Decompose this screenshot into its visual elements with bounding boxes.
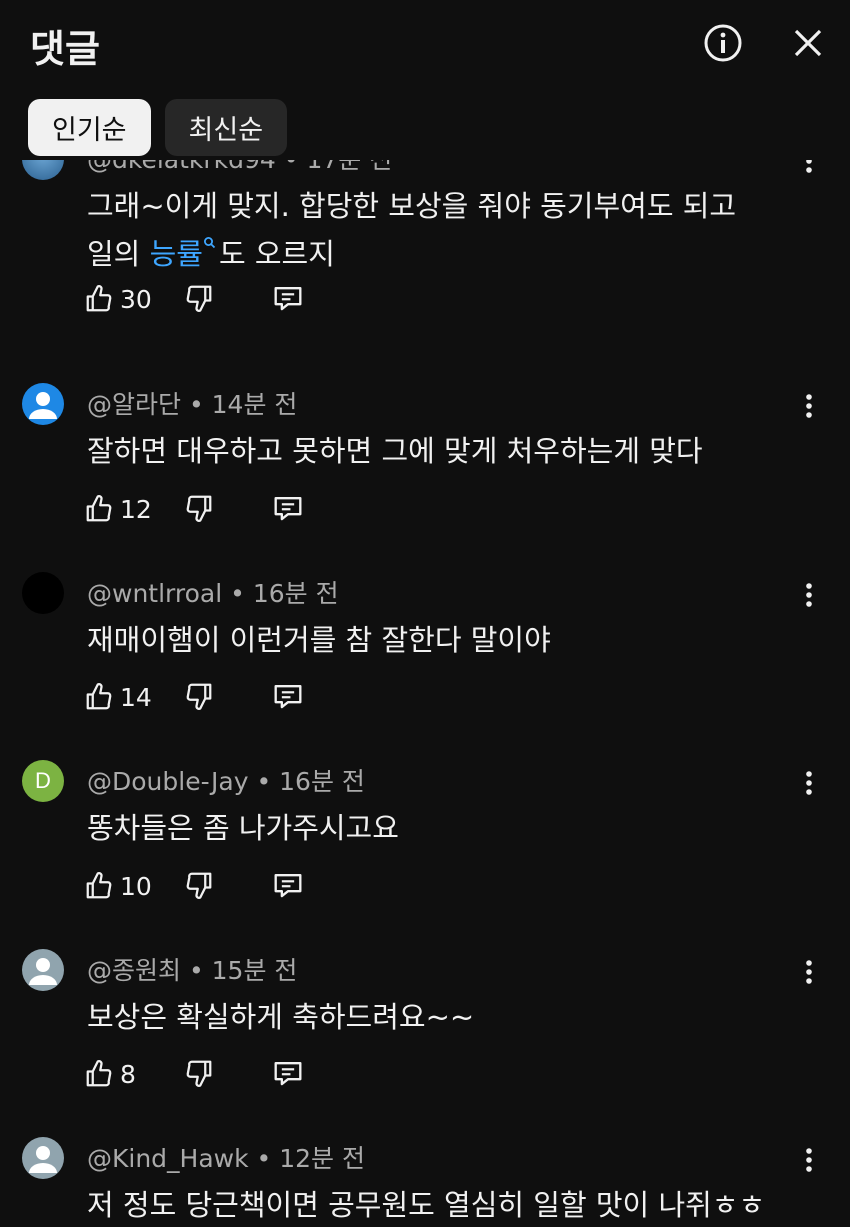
comment-meta: @Kind_Hawk • 12분 전 (87, 1144, 366, 1173)
comment-actions: 12 (84, 489, 302, 529)
comment-icon (274, 873, 302, 898)
comment-text: 잘하면 대우하고 못하면 그에 맞게 처우하는게 맞다 (87, 434, 703, 468)
avatar[interactable] (22, 383, 64, 425)
like-button[interactable]: 12 (84, 494, 152, 524)
comment-icon (274, 496, 302, 521)
comment-time: 12분 전 (279, 1144, 366, 1173)
search-link-icon (203, 237, 216, 249)
comment-icon (274, 286, 302, 311)
thumb-up-icon (86, 1060, 112, 1087)
comment-text: 똥차들은 좀 나가주시고요 (87, 811, 399, 845)
comment-time: 16분 전 (252, 579, 339, 608)
more-vert-icon (806, 583, 812, 607)
more-vert-icon (806, 394, 812, 418)
like-count: 14 (120, 682, 152, 712)
comment-actions: 10 (84, 866, 302, 906)
more-vert-icon (806, 1148, 812, 1172)
page-title: 댓글 (30, 27, 100, 71)
comment-meta: @dkelatkrkd94 • 17분 전 (87, 160, 392, 176)
more-options-button[interactable] (795, 160, 823, 182)
comment-author[interactable]: @wntlrroal (87, 579, 222, 608)
comment-icon (274, 1061, 302, 1086)
comment-time: 15분 전 (211, 956, 298, 985)
info-icon (704, 24, 742, 62)
thumb-down-icon (186, 1060, 212, 1087)
like-button[interactable]: 8 (84, 1059, 136, 1089)
thumb-down-icon (186, 285, 212, 312)
like-count: 8 (120, 1059, 136, 1089)
default-avatar-icon (29, 958, 57, 985)
comment-meta: @알라단 • 14분 전 (87, 390, 298, 419)
like-count: 12 (120, 494, 152, 524)
avatar[interactable]: D (22, 760, 64, 802)
dislike-button[interactable] (184, 1058, 214, 1092)
comment-text: 재매이햄이 이런거를 참 잘한다 말이야 (87, 623, 551, 657)
reply-button[interactable] (272, 1058, 304, 1092)
comment-time: 14분 전 (211, 390, 298, 419)
comment-time: 17분 전 (306, 160, 392, 174)
default-avatar-icon (29, 392, 57, 419)
comment-actions: 30 (84, 279, 302, 319)
reply-button[interactable] (272, 283, 304, 317)
more-options-button[interactable] (795, 762, 823, 804)
more-options-button[interactable] (795, 574, 823, 616)
like-count: 10 (120, 871, 152, 901)
comment-icon (274, 684, 302, 709)
info-button[interactable] (698, 18, 748, 68)
dislike-button[interactable] (184, 493, 214, 527)
comment-author[interactable]: @Kind_Hawk (87, 1144, 249, 1173)
avatar[interactable] (22, 1137, 64, 1179)
more-vert-icon (806, 960, 812, 984)
avatar[interactable] (22, 572, 64, 614)
avatar[interactable] (22, 949, 64, 991)
like-count: 30 (120, 284, 152, 314)
comment-author[interactable]: @알라단 (87, 390, 181, 419)
avatar[interactable] (22, 160, 64, 180)
reply-button[interactable] (272, 681, 304, 715)
more-options-button[interactable] (795, 951, 823, 993)
thumb-up-icon (86, 285, 112, 312)
comment-author[interactable]: @종원최 (87, 956, 181, 985)
comment-actions: 8 (84, 1054, 302, 1094)
thumb-up-icon (86, 495, 112, 522)
comment-actions: 14 (84, 677, 302, 717)
comment-text: 보상은 확실하게 축하드려요~~ (87, 1000, 475, 1034)
more-vert-icon (806, 160, 812, 173)
comment-list[interactable]: @dkelatkrkd94 • 17분 전 그래~이게 맞지. 합당한 보상을 … (0, 160, 850, 1227)
comment-text: 그래~이게 맞지. 합당한 보상을 줘야 동기부여도 되고 일의 능률 도 오르지 (87, 189, 737, 271)
thumb-down-icon (186, 872, 212, 899)
thumb-down-icon (186, 495, 212, 522)
close-icon (794, 29, 822, 57)
comment-time: 16분 전 (279, 767, 365, 796)
thumb-down-icon (186, 683, 212, 710)
like-button[interactable]: 10 (84, 871, 152, 901)
like-button[interactable]: 14 (84, 682, 152, 712)
thumb-up-icon (86, 872, 112, 899)
chip-latest[interactable]: 최신순 (164, 99, 288, 156)
close-button[interactable] (783, 18, 833, 68)
more-options-button[interactable] (795, 1139, 823, 1181)
comment-meta: @wntlrroal • 16분 전 (87, 579, 339, 608)
thumb-up-icon (86, 683, 112, 710)
chip-popular[interactable]: 인기순 (28, 99, 151, 156)
comment-meta: @Double-Jay • 16분 전 (87, 767, 365, 796)
reply-button[interactable] (272, 493, 304, 527)
comment-author[interactable]: @dkelatkrkd94 (87, 160, 276, 174)
comment-meta: @종원최 • 15분 전 (87, 956, 298, 985)
comment-author[interactable]: @Double-Jay (87, 767, 249, 796)
reply-button[interactable] (272, 870, 304, 904)
dislike-button[interactable] (184, 681, 214, 715)
comments-header: 댓글 (0, 0, 850, 90)
more-options-button[interactable] (795, 385, 823, 427)
like-button[interactable]: 30 (84, 284, 152, 314)
sort-chips: 인기순 최신순 (28, 99, 288, 157)
default-avatar-icon (29, 1146, 57, 1173)
more-vert-icon (806, 771, 812, 795)
dislike-button[interactable] (184, 283, 214, 317)
dislike-button[interactable] (184, 870, 214, 904)
comment-text: 저 정도 당근책이면 공무원도 열심히 일할 맛이 나쥐ㅎㅎ (87, 1188, 766, 1222)
search-link[interactable]: 능률 (150, 237, 219, 271)
